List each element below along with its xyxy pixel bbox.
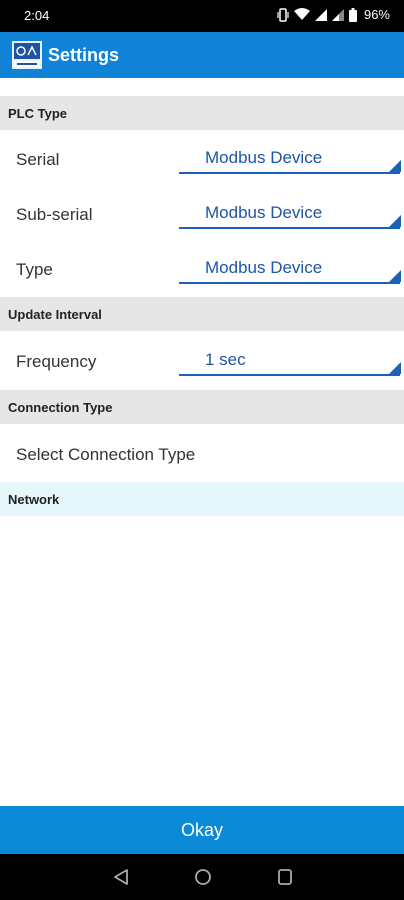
wifi-icon	[293, 8, 310, 21]
dropdown-arrow-icon	[389, 160, 401, 172]
signal-icon	[331, 8, 344, 21]
sub-serial-dropdown-value: Modbus Device	[205, 203, 323, 222]
select-connection-type[interactable]: Select Connection Type	[16, 445, 195, 465]
section-header-update-interval: Update Interval	[0, 297, 404, 331]
serial-label: Serial	[16, 150, 60, 169]
battery-icon	[348, 7, 357, 22]
serial-dropdown[interactable]: Modbus Device	[179, 148, 401, 174]
battery-percent: 96%	[363, 7, 390, 22]
frequency-dropdown[interactable]: 1 sec	[179, 350, 401, 376]
section-title: Connection Type	[8, 400, 113, 415]
recents-icon[interactable]	[277, 868, 293, 891]
sub-serial-dropdown[interactable]: Modbus Device	[179, 203, 401, 229]
signal-icon	[314, 8, 327, 21]
section-header-plc-type: PLC Type	[0, 96, 404, 130]
app-logo-icon	[12, 41, 42, 69]
dropdown-arrow-icon	[389, 362, 401, 374]
frequency-dropdown-value: 1 sec	[205, 350, 246, 369]
settings-content: PLC Type Serial Modbus Device Sub-serial…	[0, 78, 404, 806]
dropdown-arrow-icon	[389, 270, 401, 282]
dropdown-arrow-icon	[389, 215, 401, 227]
sub-serial-label: Sub-serial	[16, 205, 93, 224]
type-dropdown-value: Modbus Device	[205, 258, 323, 277]
home-icon[interactable]	[194, 868, 212, 891]
section-title: PLC Type	[8, 106, 67, 121]
status-icons: 96%	[277, 7, 390, 22]
serial-dropdown-value: Modbus Device	[205, 148, 323, 167]
status-bar: 2:04 96%	[0, 0, 404, 32]
type-label: Type	[16, 260, 53, 279]
type-dropdown[interactable]: Modbus Device	[179, 258, 401, 284]
app-bar: Settings	[0, 32, 404, 78]
vibrate-icon	[277, 7, 289, 22]
frequency-label: Frequency	[16, 352, 97, 371]
section-title: Network	[8, 492, 60, 507]
okay-button[interactable]: Okay	[0, 806, 404, 854]
section-header-connection-type: Connection Type	[0, 390, 404, 424]
section-header-network[interactable]: Network	[0, 482, 404, 516]
back-icon[interactable]	[113, 868, 129, 891]
status-time: 2:04	[24, 8, 50, 23]
navigation-bar	[0, 854, 404, 900]
app-title: Settings	[48, 45, 120, 65]
section-title: Update Interval	[8, 307, 102, 322]
